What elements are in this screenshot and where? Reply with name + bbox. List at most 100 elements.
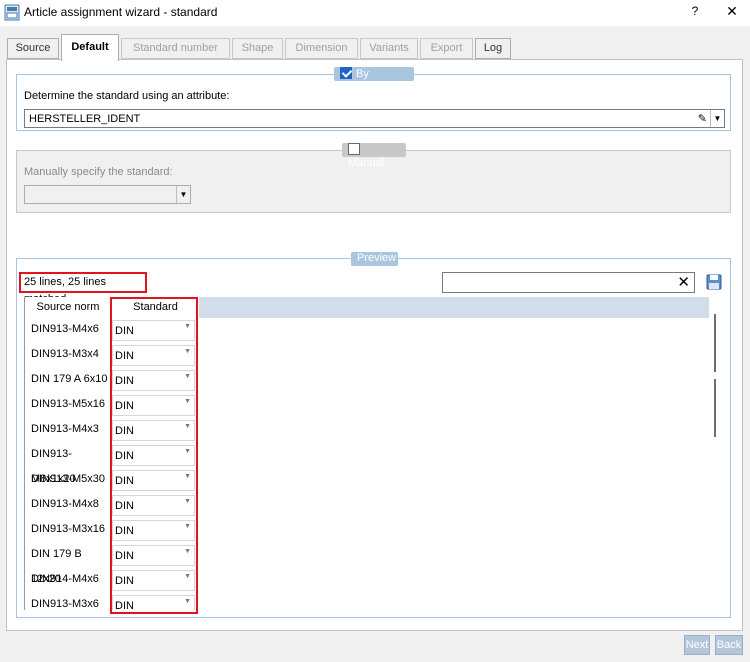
manual-legend[interactable]: Manual [342, 143, 406, 169]
chevron-down-icon: ▼ [184, 398, 191, 405]
window-title: Article assignment wizard - standard [24, 5, 218, 19]
tab-export[interactable]: Export [420, 38, 473, 59]
source-norm-cell: DIN913-M3x16 [31, 523, 105, 535]
standard-value: DIN [115, 525, 134, 537]
table-row[interactable]: DIN913-M3x4 DIN ▼ [25, 342, 200, 367]
column-header-standard[interactable]: Standard [112, 297, 200, 318]
source-norm-cell: DIN913-M3x6 [31, 598, 99, 610]
tab-default[interactable]: Default [61, 34, 119, 61]
preview-grid: Source norm Standard DIN913-M4x6 DIN ▼ DI… [24, 297, 724, 610]
standard-select[interactable]: DIN ▼ [112, 520, 195, 541]
standard-value: DIN [115, 375, 134, 387]
table-row[interactable]: DIN913-M4x3 DIN ▼ [25, 417, 200, 442]
standard-value: DIN [115, 350, 134, 362]
manual-standard-combo[interactable]: ▼ [24, 185, 191, 204]
source-norm-cell: DIN913-M5x30 [31, 473, 105, 485]
grid-header: Source norm Standard [25, 297, 709, 318]
chevron-down-icon: ▼ [184, 523, 191, 530]
table-row[interactable]: DIN914-M4x6 DIN ▼ [25, 567, 200, 592]
tab-dimension[interactable]: Dimension [285, 38, 358, 59]
app-icon [4, 4, 20, 21]
close-icon[interactable]: ✕ [677, 273, 690, 292]
save-icon[interactable] [706, 274, 722, 290]
standard-value: DIN [115, 575, 134, 587]
standard-select[interactable]: DIN ▼ [112, 445, 195, 466]
column-header-source-norm[interactable]: Source norm [25, 297, 112, 318]
table-row[interactable]: DIN913-M8x1x20 DIN ▼ [25, 442, 200, 485]
standard-value: DIN [115, 500, 134, 512]
chevron-down-icon: ▼ [184, 323, 191, 330]
manual-prompt: Manually specify the standard: [24, 166, 173, 178]
table-row[interactable]: DIN913-M5x16 DIN ▼ [25, 392, 200, 417]
standard-value: DIN [115, 475, 134, 487]
source-norm-cell: DIN913-M5x16 [31, 398, 105, 410]
manual-checkbox[interactable] [348, 143, 360, 155]
standard-value: DIN [115, 400, 134, 412]
title-bar: Article assignment wizard - standard ? ✕ [0, 0, 750, 26]
table-row[interactable]: DIN913-M3x16 DIN ▼ [25, 517, 200, 542]
standard-select[interactable]: DIN ▼ [112, 395, 195, 416]
by-attributes-legend[interactable]: By attributes [334, 67, 414, 93]
source-norm-cell: DIN 179 A 6x10 [31, 373, 108, 385]
source-norm-cell: DIN913-M4x3 [31, 423, 99, 435]
chevron-down-icon: ▼ [184, 448, 191, 455]
attribute-value: HERSTELLER_IDENT [29, 113, 141, 125]
standard-select[interactable]: DIN ▼ [112, 420, 195, 441]
table-row[interactable]: DIN913-M4x8 DIN ▼ [25, 492, 200, 517]
by-attributes-checkbox[interactable] [340, 67, 352, 79]
table-row[interactable]: DIN913-M4x6 DIN ▼ [25, 317, 200, 342]
table-row[interactable]: DIN 179 A 6x10 DIN ▼ [25, 367, 200, 392]
table-row[interactable]: DIN 179 B 12x20 DIN ▼ [25, 542, 200, 585]
source-norm-cell: DIN914-M4x6 [31, 573, 99, 585]
source-norm-cell: DIN913-M3x4 [31, 348, 99, 360]
next-button[interactable]: Next [684, 635, 710, 655]
scrollbar-thumb[interactable] [714, 314, 716, 372]
tab-standard-number[interactable]: Standard number [121, 38, 230, 59]
standard-select[interactable]: DIN ▼ [112, 470, 195, 491]
chevron-down-icon: ▼ [184, 548, 191, 555]
standard-value: DIN [115, 325, 134, 337]
scrollbar-thumb[interactable] [714, 379, 716, 437]
search-input[interactable]: ✕ [442, 272, 695, 293]
chevron-down-icon: ▼ [184, 473, 191, 480]
tab-source[interactable]: Source [7, 38, 59, 59]
attribute-prompt: Determine the standard using an attribut… [24, 90, 230, 102]
source-norm-cell: DIN 179 B 12x20 [31, 548, 82, 585]
close-button[interactable]: ✕ [722, 3, 742, 20]
chevron-down-icon: ▼ [184, 423, 191, 430]
preview-legend: Preview [351, 252, 398, 266]
standard-value: DIN [115, 425, 134, 437]
chevron-down-icon: ▼ [184, 348, 191, 355]
standard-value: DIN [115, 600, 134, 610]
manual-label: Manual [348, 157, 385, 169]
chevron-down-icon: ▼ [184, 598, 191, 605]
standard-value: DIN [115, 450, 134, 462]
source-norm-cell: DIN913-M8x1x20 [31, 448, 76, 485]
source-norm-cell: DIN913-M4x8 [31, 498, 99, 510]
standard-select[interactable]: DIN ▼ [112, 370, 195, 391]
edit-icon[interactable]: ✎ [698, 112, 707, 125]
back-button[interactable]: Back [715, 635, 743, 655]
table-row[interactable]: DIN913-M3x6 DIN ▼ [25, 592, 200, 610]
table-row[interactable]: DIN913-M5x30 DIN ▼ [25, 467, 200, 492]
chevron-down-icon: ▼ [184, 573, 191, 580]
tab-shape[interactable]: Shape [232, 38, 283, 59]
chevron-down-icon[interactable]: ▼ [176, 186, 190, 203]
standard-select[interactable]: DIN ▼ [112, 570, 195, 591]
standard-select[interactable]: DIN ▼ [112, 320, 195, 341]
help-button[interactable]: ? [688, 4, 702, 18]
tab-bar: Source Default Standard number Shape Dim… [0, 34, 750, 61]
chevron-down-icon: ▼ [184, 498, 191, 505]
standard-select[interactable]: DIN ▼ [112, 495, 195, 516]
attribute-combo[interactable]: HERSTELLER_IDENT ✎ ▼ [24, 109, 725, 128]
chevron-down-icon: ▼ [184, 373, 191, 380]
standard-value: DIN [115, 550, 134, 562]
standard-select[interactable]: DIN ▼ [112, 595, 195, 610]
source-norm-cell: DIN913-M4x6 [31, 323, 99, 335]
chevron-down-icon[interactable]: ▼ [710, 110, 724, 127]
standard-select[interactable]: DIN ▼ [112, 545, 195, 566]
tab-log[interactable]: Log [475, 38, 511, 59]
tab-variants[interactable]: Variants [360, 38, 418, 59]
standard-select[interactable]: DIN ▼ [112, 345, 195, 366]
match-status: 25 lines, 25 lines matched. [19, 272, 147, 305]
